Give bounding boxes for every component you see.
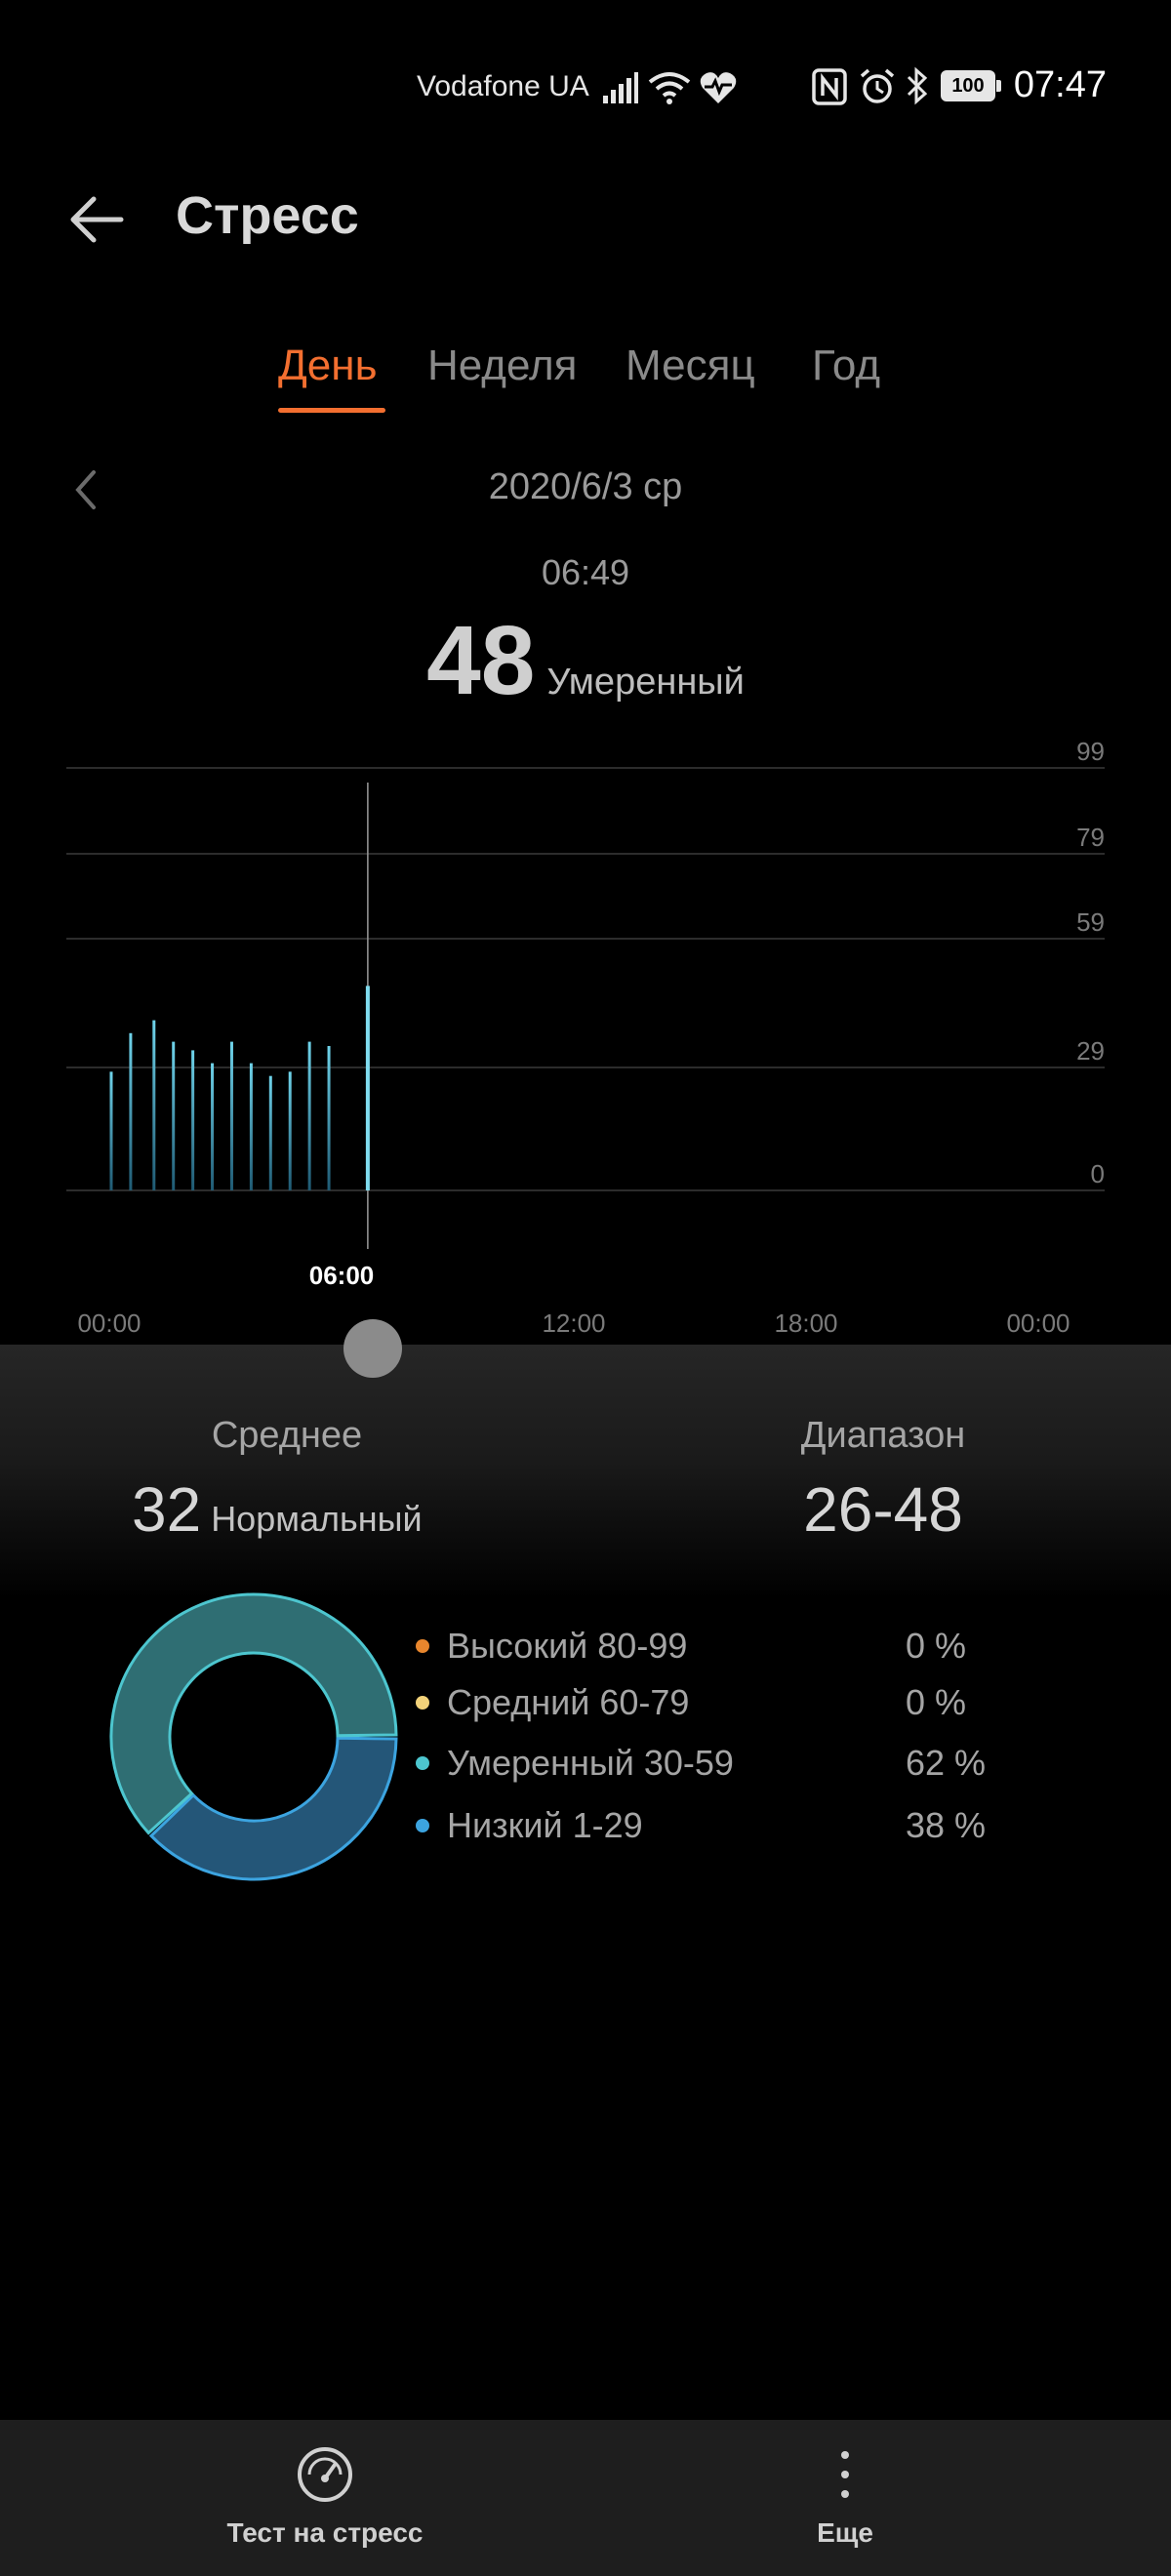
range-label: Диапазон	[800, 1415, 966, 1456]
arrow-left-icon[interactable]	[64, 185, 133, 254]
chart-bar	[191, 1050, 195, 1190]
more-label: Еще	[817, 2517, 873, 2548]
tab-year[interactable]: Год	[812, 342, 880, 390]
selected-stress-value: 48	[426, 606, 536, 715]
legend-item: Низкий 1-29 38 %	[410, 1805, 1034, 1854]
legend-dot	[416, 1696, 429, 1710]
chart-bar	[129, 1032, 133, 1190]
legend-percent: 38 %	[906, 1805, 987, 1845]
chart-bar	[307, 1041, 311, 1190]
page-title: Стресс	[176, 186, 359, 245]
chart-bar	[288, 1071, 292, 1190]
legend-percent: 0 %	[906, 1626, 967, 1666]
y-tick-label: 79	[1076, 823, 1105, 852]
stress-test-button[interactable]: Тест на стресс	[130, 2420, 520, 2576]
stress-chart[interactable]: 99 79 59 29 0 06:00 00:00 12:00 18:00 00:00	[0, 722, 1171, 1347]
legend-percent: 0 %	[906, 1682, 967, 1722]
average-level: Нормальный	[211, 1499, 423, 1539]
clock: 07:47	[1013, 64, 1107, 105]
y-tick-label: 99	[1076, 737, 1105, 766]
chart-bar	[109, 1071, 113, 1190]
average-value: 32	[132, 1474, 202, 1545]
legend-name: Умеренный 30-59	[447, 1743, 734, 1783]
battery-icon: 100	[941, 70, 995, 101]
chart-bar	[152, 1020, 156, 1190]
donut-segment	[148, 1736, 398, 1881]
chart-bar	[268, 1075, 272, 1190]
more-vertical-icon	[841, 2451, 849, 2498]
x-tick-label: 00:00	[77, 1308, 141, 1338]
tab-week[interactable]: Неделя	[427, 342, 577, 390]
legend-dot	[416, 1819, 429, 1832]
chart-bar	[172, 1041, 176, 1190]
wifi-icon	[648, 72, 691, 104]
x-tick-label: 12:00	[542, 1308, 605, 1338]
chart-scrubber-handle[interactable]	[343, 1319, 402, 1378]
bottom-action-bar: Тест на стресс Еще	[0, 2420, 1171, 2576]
range-value: 26-48	[803, 1474, 963, 1545]
carrier-label: Vodafone UA	[417, 70, 589, 102]
legend-name: Высокий 80-99	[447, 1626, 688, 1666]
gauge-icon	[298, 2447, 352, 2502]
y-tick-label: 29	[1076, 1036, 1105, 1066]
legend-name: Средний 60-79	[447, 1682, 690, 1722]
legend-item: Высокий 80-99 0 %	[410, 1626, 1034, 1674]
heart-monitor-icon	[700, 72, 737, 103]
alarm-icon	[860, 68, 895, 103]
more-button[interactable]: Еще	[650, 2420, 1040, 2576]
average-label: Среднее	[211, 1415, 363, 1456]
average-value-group: 32 Нормальный	[132, 1473, 423, 1546]
chart-bar	[211, 1063, 215, 1190]
chart-bar	[249, 1063, 253, 1190]
chart-bar	[229, 1041, 233, 1190]
tab-month[interactable]: Месяц	[626, 342, 755, 390]
y-tick-label: 0	[1091, 1159, 1105, 1188]
chart-bar	[365, 986, 370, 1190]
status-bar: Vodafone UA 100 07:47	[0, 0, 1171, 172]
nfc-icon	[812, 68, 847, 105]
x-tick-label: 00:00	[1006, 1308, 1070, 1338]
selected-stress-level: Умеренный	[546, 662, 745, 703]
distribution-donut-chart	[109, 1592, 398, 1881]
period-tabs: День Неделя Месяц Год	[0, 342, 1171, 420]
signal-icon	[603, 72, 638, 103]
x-tick-label: 18:00	[774, 1308, 837, 1338]
legend-item: Умеренный 30-59 62 %	[410, 1743, 1034, 1791]
selected-value-group: 48 Умеренный	[0, 605, 1171, 717]
chart-bar	[327, 1046, 331, 1190]
battery-tip	[996, 80, 1001, 92]
legend-dot	[416, 1639, 429, 1653]
battery-level: 100	[951, 75, 985, 97]
cursor-time-label: 06:00	[309, 1261, 375, 1290]
bluetooth-icon	[907, 66, 928, 105]
legend-item: Средний 60-79 0 %	[410, 1682, 1034, 1731]
legend-percent: 62 %	[906, 1743, 987, 1783]
selected-time: 06:49	[541, 552, 630, 592]
stress-test-label: Тест на стресс	[226, 2517, 424, 2548]
legend-dot	[416, 1756, 429, 1770]
y-tick-label: 59	[1076, 907, 1105, 937]
tab-day[interactable]: День	[278, 342, 378, 390]
tab-active-indicator	[278, 408, 385, 413]
legend-name: Низкий 1-29	[447, 1805, 643, 1845]
date-label: 2020/6/3 ср	[488, 466, 683, 507]
